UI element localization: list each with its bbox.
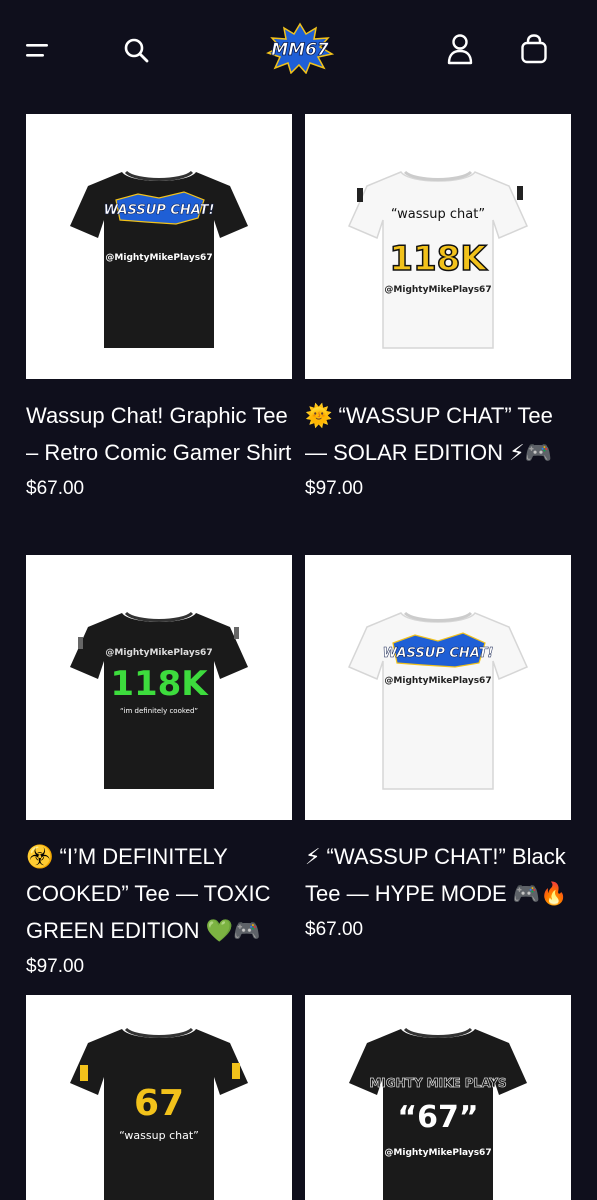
product-price: $97.00 xyxy=(305,478,364,499)
shirt-print-text: 118K xyxy=(110,664,209,704)
product-card[interactable]: “wassup chat” 118K @MightyMikePlays67 🌞 … xyxy=(305,114,571,501)
product-card[interactable]: WASSUP CHAT! @MightyMikePlays67 ⚡ “WASSU… xyxy=(305,555,571,942)
shirt-print-text: MIGHTY MIKE PLAYS xyxy=(369,1076,506,1090)
product-card[interactable]: MIGHTY MIKE PLAYS “67” @MightyMikePlays6… xyxy=(305,995,571,1200)
shirt-print-text: WASSUP CHAT! xyxy=(383,646,494,661)
shirt-print-text: 67 xyxy=(134,1083,184,1124)
product-image[interactable]: WASSUP CHAT! @MightyMikePlays67 xyxy=(305,555,571,820)
shirt-print-text: @MightyMikePlays67 xyxy=(384,676,491,686)
product-title[interactable]: ⚡ “WASSUP CHAT!” Black Tee — HYPE MODE 🎮… xyxy=(305,838,571,912)
shirt-print-text: “67” xyxy=(397,1100,478,1135)
site-logo[interactable]: MM67 xyxy=(266,22,335,75)
product-title[interactable]: 🌞 “WASSUP CHAT” Tee — SOLAR EDITION ⚡🎮 xyxy=(305,397,571,471)
shirt-print-text: “im definitely cooked” xyxy=(120,707,198,715)
shirt-print-text: “wassup chat” xyxy=(391,207,485,222)
product-price: $97.00 xyxy=(26,956,85,977)
product-image[interactable]: MIGHTY MIKE PLAYS “67” @MightyMikePlays6… xyxy=(305,995,571,1200)
shirt-print-text: WASSUP CHAT! xyxy=(104,203,215,218)
shirt-print-text: @MightyMikePlays67 xyxy=(105,253,212,263)
shirt-print-text: 118K xyxy=(389,239,488,279)
shirt-print-text: “wassup chat” xyxy=(119,1129,199,1142)
account-icon[interactable] xyxy=(442,31,478,67)
logo-text: MM67 xyxy=(271,40,329,60)
product-card[interactable]: 67 “wassup chat” xyxy=(26,995,292,1200)
product-price: $67.00 xyxy=(305,919,364,940)
site-header: MM67 xyxy=(0,0,597,100)
product-card[interactable]: WASSUP CHAT! @MightyMikePlays67 Wassup C… xyxy=(26,114,292,501)
shirt-print-text: @MightyMikePlays67 xyxy=(105,648,212,658)
product-image[interactable]: WASSUP CHAT! @MightyMikePlays67 xyxy=(26,114,292,379)
cart-icon[interactable] xyxy=(516,31,552,67)
product-title[interactable]: ☣️ “I’M DEFINITELY COOKED” Tee — TOXIC G… xyxy=(26,838,292,949)
shirt-print-text: @MightyMikePlays67 xyxy=(384,285,491,295)
search-icon[interactable] xyxy=(118,32,154,68)
product-card[interactable]: @MightyMikePlays67 118K “im definitely c… xyxy=(26,555,292,979)
product-title[interactable]: Wassup Chat! Graphic Tee – Retro Comic G… xyxy=(26,397,292,471)
product-image[interactable]: “wassup chat” 118K @MightyMikePlays67 xyxy=(305,114,571,379)
product-image[interactable]: @MightyMikePlays67 118K “im definitely c… xyxy=(26,555,292,820)
shirt-print-text: @MightyMikePlays67 xyxy=(384,1148,491,1158)
menu-icon[interactable] xyxy=(22,34,54,66)
product-price: $67.00 xyxy=(26,478,85,499)
product-image[interactable]: 67 “wassup chat” xyxy=(26,995,292,1200)
